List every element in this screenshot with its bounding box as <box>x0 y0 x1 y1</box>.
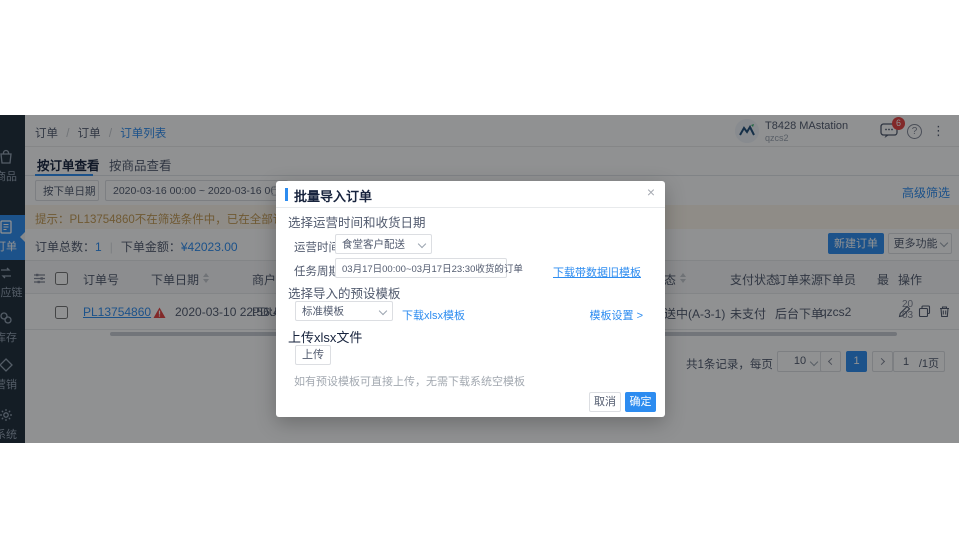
title-accent-bar <box>285 188 288 201</box>
close-icon[interactable]: × <box>647 184 655 200</box>
section-time-heading: 选择运营时间和收货日期 <box>288 216 426 230</box>
upload-button[interactable]: 上传 <box>295 345 331 365</box>
time-select-value: 食堂客户配送 <box>342 238 405 251</box>
cancel-button[interactable]: 取消 <box>589 392 621 412</box>
download-xlsx-link[interactable]: 下载xlsx模板 <box>402 307 465 323</box>
modal-title: 批量导入订单 <box>294 189 373 204</box>
template-select-value: 标准模板 <box>302 305 344 318</box>
template-select[interactable]: 标准模板 <box>295 301 393 321</box>
modal-divider <box>276 207 665 208</box>
page: 商品 订单 供应链 库 <box>0 0 959 560</box>
upload-hint: 如有预设模板可直接上传，无需下载系统空模板 <box>294 376 525 388</box>
cycle-select[interactable]: 03月17日00:00~03月17日23:30收货的订单 <box>335 258 523 278</box>
template-settings-link[interactable]: 模板设置 > <box>590 307 643 323</box>
confirm-button[interactable]: 确定 <box>625 392 656 412</box>
batch-import-modal: 批量导入订单 × 选择运营时间和收货日期 运营时间: 食堂客户配送 任务周期: … <box>276 181 665 417</box>
chevron-down-icon <box>417 239 427 249</box>
old-template-download-link[interactable]: 下载带数据旧模板 <box>553 264 641 280</box>
section-upload-heading: 上传xlsx文件 <box>288 330 363 345</box>
section-template-heading: 选择导入的预设模板 <box>288 287 401 301</box>
chevron-down-icon <box>378 306 388 316</box>
time-select[interactable]: 食堂客户配送 <box>335 234 432 254</box>
